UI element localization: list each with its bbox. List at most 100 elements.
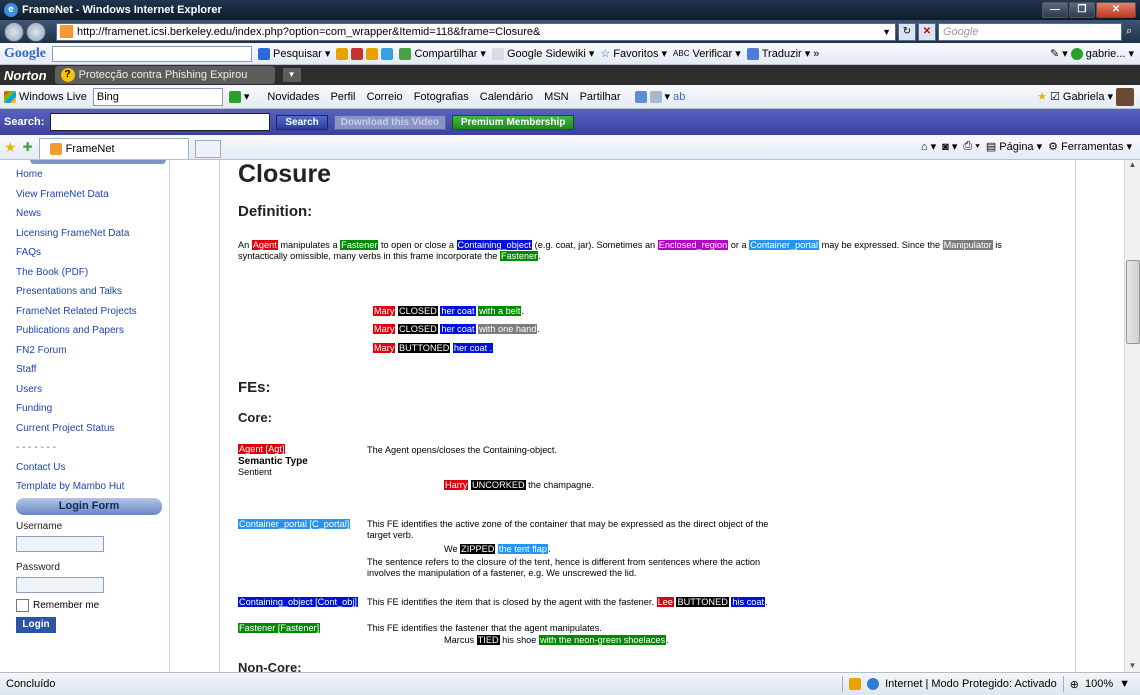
protected-mode-icon[interactable]	[849, 678, 862, 690]
live-user-menu[interactable]: ★ ☑ Gabriela ▾	[1037, 87, 1134, 106]
bing-search-input[interactable]: Bing	[92, 87, 223, 106]
url-field[interactable]: http://framenet.icsi.berkeley.edu/index.…	[56, 22, 896, 41]
sidebar-link-contact[interactable]: Contact Us	[10, 459, 169, 479]
scroll-down-icon[interactable]: ▼	[1125, 661, 1140, 670]
google-pesquisar-button[interactable]: Pesquisar ▾	[258, 47, 330, 60]
live-tools-icons[interactable]: ▾ ab	[634, 90, 685, 103]
sidebar-link-status[interactable]: Current Project Status	[10, 420, 169, 440]
fe-fastener-description: This FE identifies the fastener that the…	[367, 623, 602, 633]
sidebar-link-template[interactable]: Template by Mambo Hut	[10, 478, 169, 492]
live-link-perfil[interactable]: Perfil	[330, 91, 355, 103]
search-input[interactable]	[50, 113, 271, 131]
page-menu[interactable]: ▤ Página ▾	[986, 140, 1042, 153]
feeds-icon[interactable]: ◙ ▾	[942, 140, 957, 153]
login-button[interactable]: Login	[16, 617, 56, 633]
tab-bar: ★ ✚ FrameNet ⌂ ▾ ◙ ▾ ⎙ ▾ ▤ Página ▾ ⚙ Fe…	[0, 135, 1140, 160]
scrollbar-thumb[interactable]	[1126, 260, 1140, 344]
fe-containing-object-tag: Containing_object	[456, 240, 533, 250]
download-video-button[interactable]: Download this Video	[333, 114, 446, 130]
username-input[interactable]	[16, 536, 104, 552]
site-favicon-icon	[60, 25, 73, 38]
norton-dropdown-icon[interactable]: ▼	[282, 68, 301, 82]
fe-fastener-tag-2: Fastener	[499, 251, 539, 261]
bing-search-button[interactable]: ▾	[228, 90, 249, 103]
remember-me-checkbox[interactable]	[16, 599, 29, 612]
stop-icon[interactable]: ✕	[918, 22, 936, 41]
maximize-button[interactable]: ❐	[1069, 2, 1095, 18]
sidebar-divider: - - - - - - -	[16, 442, 56, 453]
checkbox-icon: ☑	[1050, 91, 1060, 103]
internet-zone-icon	[867, 678, 880, 690]
google-translate-button[interactable]: Traduzir ▾ »	[746, 47, 819, 60]
google-sidewiki-button[interactable]: Google Sidewiki ▾	[491, 47, 594, 60]
live-link-novidades[interactable]: Novidades	[267, 91, 319, 103]
print-icon[interactable]: ⎙ ▾	[963, 140, 979, 153]
zoom-level[interactable]: 100%	[1085, 678, 1113, 690]
premium-membership-button[interactable]: Premium Membership	[451, 114, 575, 130]
live-link-msn[interactable]: MSN	[544, 91, 568, 103]
search-button[interactable]: Search	[276, 114, 328, 130]
sidebar-link-users[interactable]: Users	[10, 381, 169, 401]
sidebar-link-presentations[interactable]: Presentations and Talks	[10, 283, 169, 303]
sidebar-link-news[interactable]: News	[10, 205, 169, 225]
scroll-up-icon[interactable]: ▲	[1125, 160, 1140, 169]
google-favorites-button[interactable]: ☆ Favoritos ▾	[600, 47, 667, 61]
security-zone-text[interactable]: Internet | Modo Protegido: Activado	[885, 678, 1057, 690]
google-toolbar: Google Pesquisar ▾ Compartilhar ▾ Google…	[0, 43, 1140, 65]
zoom-dropdown-icon[interactable]: ▼	[1119, 678, 1130, 690]
sidebar-link-publications[interactable]: Publications and Papers	[10, 322, 169, 342]
wrench-icon: ✎	[1049, 48, 1060, 60]
core-heading: Core:	[238, 410, 272, 425]
google-search-input[interactable]	[52, 45, 252, 62]
search-label: Search:	[4, 116, 45, 128]
semantic-type-value: Sentient	[238, 467, 272, 477]
tab-framenet[interactable]: FrameNet	[38, 137, 189, 159]
google-spellcheck-button[interactable]: ABC Verificar ▾	[673, 47, 741, 61]
back-button[interactable]	[4, 21, 24, 42]
favorites-center-icon[interactable]: ★	[4, 139, 17, 156]
tools-menu[interactable]: ⚙ Ferramentas ▾	[1048, 140, 1132, 153]
sidebar-link-funding[interactable]: Funding	[10, 400, 169, 420]
norton-phishing-warning[interactable]: ? Protecção contra Phishing Expirou	[54, 66, 275, 84]
live-link-partilhar[interactable]: Partilhar	[580, 91, 621, 103]
toolbar-icons-group[interactable]	[336, 47, 394, 60]
window-title: FrameNet - Windows Internet Explorer	[22, 4, 222, 16]
password-input[interactable]	[16, 577, 104, 593]
sidebar-link-forum[interactable]: FN2 Forum	[10, 342, 169, 362]
question-icon: ?	[60, 68, 75, 82]
vertical-scrollbar[interactable]: ▲ ▼	[1124, 160, 1140, 672]
address-bar: http://framenet.icsi.berkeley.edu/index.…	[0, 20, 1140, 43]
page-content: Home View FrameNet Data News Licensing F…	[0, 160, 1140, 672]
live-link-correio[interactable]: Correio	[367, 91, 403, 103]
norton-toolbar: Norton ? Protecção contra Phishing Expiro…	[0, 65, 1140, 85]
fe-containing-object-description: This FE identifies the item that is clos…	[367, 597, 768, 607]
minimize-button[interactable]: —	[1042, 2, 1068, 18]
sidebar-link-book[interactable]: The Book (PDF)	[10, 264, 169, 284]
username-label: Username	[16, 521, 63, 532]
avatar	[1116, 87, 1134, 106]
sidebar-link-home[interactable]: Home	[10, 166, 169, 186]
close-button[interactable]: ✕	[1096, 2, 1136, 18]
fe-container-portal-example: We ZIPPED the tent flap.	[444, 544, 551, 554]
web-search-input[interactable]: Google	[938, 22, 1122, 41]
refresh-icon[interactable]: ↻	[898, 22, 916, 41]
sidebar-link-licensing[interactable]: Licensing FrameNet Data	[10, 225, 169, 245]
url-dropdown-icon[interactable]: ▼	[882, 27, 891, 37]
non-core-heading: Non-Core:	[238, 660, 302, 672]
home-icon[interactable]: ⌂ ▾	[921, 140, 936, 153]
live-link-fotografias[interactable]: Fotografias	[414, 91, 469, 103]
sidebar-link-related-projects[interactable]: FrameNet Related Projects	[10, 303, 169, 323]
add-favorite-icon[interactable]: ✚	[23, 140, 33, 154]
fe-agent-description: The Agent opens/closes the Containing-ob…	[367, 445, 557, 455]
sidebar-link-staff[interactable]: Staff	[10, 361, 169, 381]
search-magnifier-icon[interactable]: ⌕	[1126, 25, 1132, 38]
windows-live-icon	[4, 90, 16, 103]
live-link-calendario[interactable]: Calendário	[480, 91, 533, 103]
sidebar: Home View FrameNet Data News Licensing F…	[10, 160, 170, 672]
forward-button[interactable]	[26, 21, 46, 42]
sidebar-link-view-data[interactable]: View FrameNet Data	[10, 186, 169, 206]
google-account-button[interactable]: ✎ ▾ gabrie... ▾	[1050, 47, 1134, 60]
sidebar-link-faqs[interactable]: FAQs	[10, 244, 169, 264]
google-share-button[interactable]: Compartilhar ▾	[399, 47, 486, 60]
new-tab-button[interactable]	[194, 140, 221, 158]
